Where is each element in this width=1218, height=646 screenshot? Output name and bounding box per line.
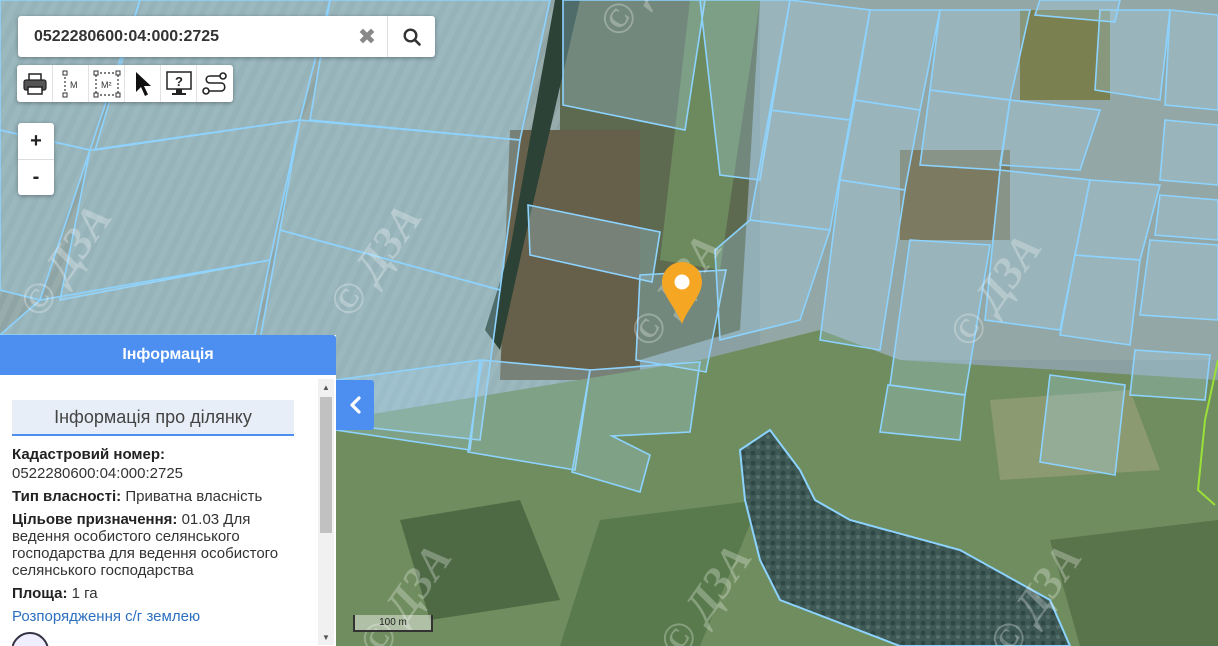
info-panel: Інформація Інформація про ділянку Кадаст…	[0, 335, 336, 646]
pointer-button[interactable]	[125, 65, 161, 102]
land-management-link[interactable]: Розпорядження с/г землею	[12, 608, 294, 625]
zoom-in-button[interactable]: +	[18, 123, 54, 159]
measure-distance-icon: M	[62, 70, 78, 97]
cadastral-number-field: Кадастровий номер: 0522280600:04:000:272…	[12, 446, 294, 482]
ownership-value: Приватна власність	[125, 488, 263, 505]
info-panel-scrollbar[interactable]: ▲ ▼	[318, 379, 334, 645]
info-panel-body[interactable]: Інформація про ділянку Кадастровий номер…	[0, 375, 336, 646]
info-monitor-icon: ?	[165, 70, 192, 95]
scroll-up-icon[interactable]: ▲	[318, 379, 334, 395]
scroll-down-icon[interactable]: ▼	[318, 629, 334, 645]
purpose-field: Цільове призначення: 01.03 Для ведення о…	[12, 511, 294, 579]
route-button[interactable]	[197, 65, 233, 102]
route-icon	[202, 71, 227, 95]
zoom-out-button[interactable]: -	[18, 159, 54, 195]
measure-distance-button[interactable]: M	[53, 65, 89, 102]
cadastral-number-value: 0522280600:04:000:2725	[12, 465, 184, 482]
cadastral-number-label: Кадастровий номер:	[12, 446, 166, 463]
map-scale-bar: 100 m	[353, 615, 433, 632]
search-input[interactable]	[18, 16, 347, 57]
measure-area-icon: M²	[93, 70, 120, 97]
measure-area-button[interactable]: M²	[89, 65, 125, 102]
search-icon	[402, 27, 421, 46]
area-label: Площа:	[12, 585, 68, 602]
collapse-panel-button[interactable]	[336, 380, 374, 430]
print-button[interactable]	[17, 65, 53, 102]
partial-next-item	[11, 629, 294, 646]
print-icon	[22, 72, 47, 95]
svg-text:M²: M²	[101, 80, 112, 90]
scroll-thumb[interactable]	[320, 397, 332, 533]
info-button[interactable]: ?	[161, 65, 197, 102]
area-field: Площа: 1 га	[12, 585, 294, 602]
close-icon[interactable]: ✖	[347, 16, 387, 57]
cadastral-search-box: ✖	[18, 16, 435, 57]
ownership-field: Тип власності: Приватна власність	[12, 488, 294, 505]
info-panel-header: Інформація	[0, 335, 336, 375]
round-badge-icon	[11, 632, 49, 646]
pointer-icon	[135, 71, 151, 96]
map-toolbar: M M² ?	[17, 65, 233, 102]
parcel-info-title: Інформація про ділянку	[12, 400, 294, 436]
zoom-control: + -	[18, 123, 54, 195]
search-button[interactable]	[387, 16, 435, 57]
chevron-left-icon	[350, 396, 361, 414]
ownership-label: Тип власності:	[12, 488, 122, 505]
purpose-label: Цільове призначення:	[12, 511, 178, 528]
svg-text:?: ?	[175, 74, 183, 89]
area-value: 1 га	[71, 585, 98, 602]
svg-text:M: M	[70, 80, 78, 90]
